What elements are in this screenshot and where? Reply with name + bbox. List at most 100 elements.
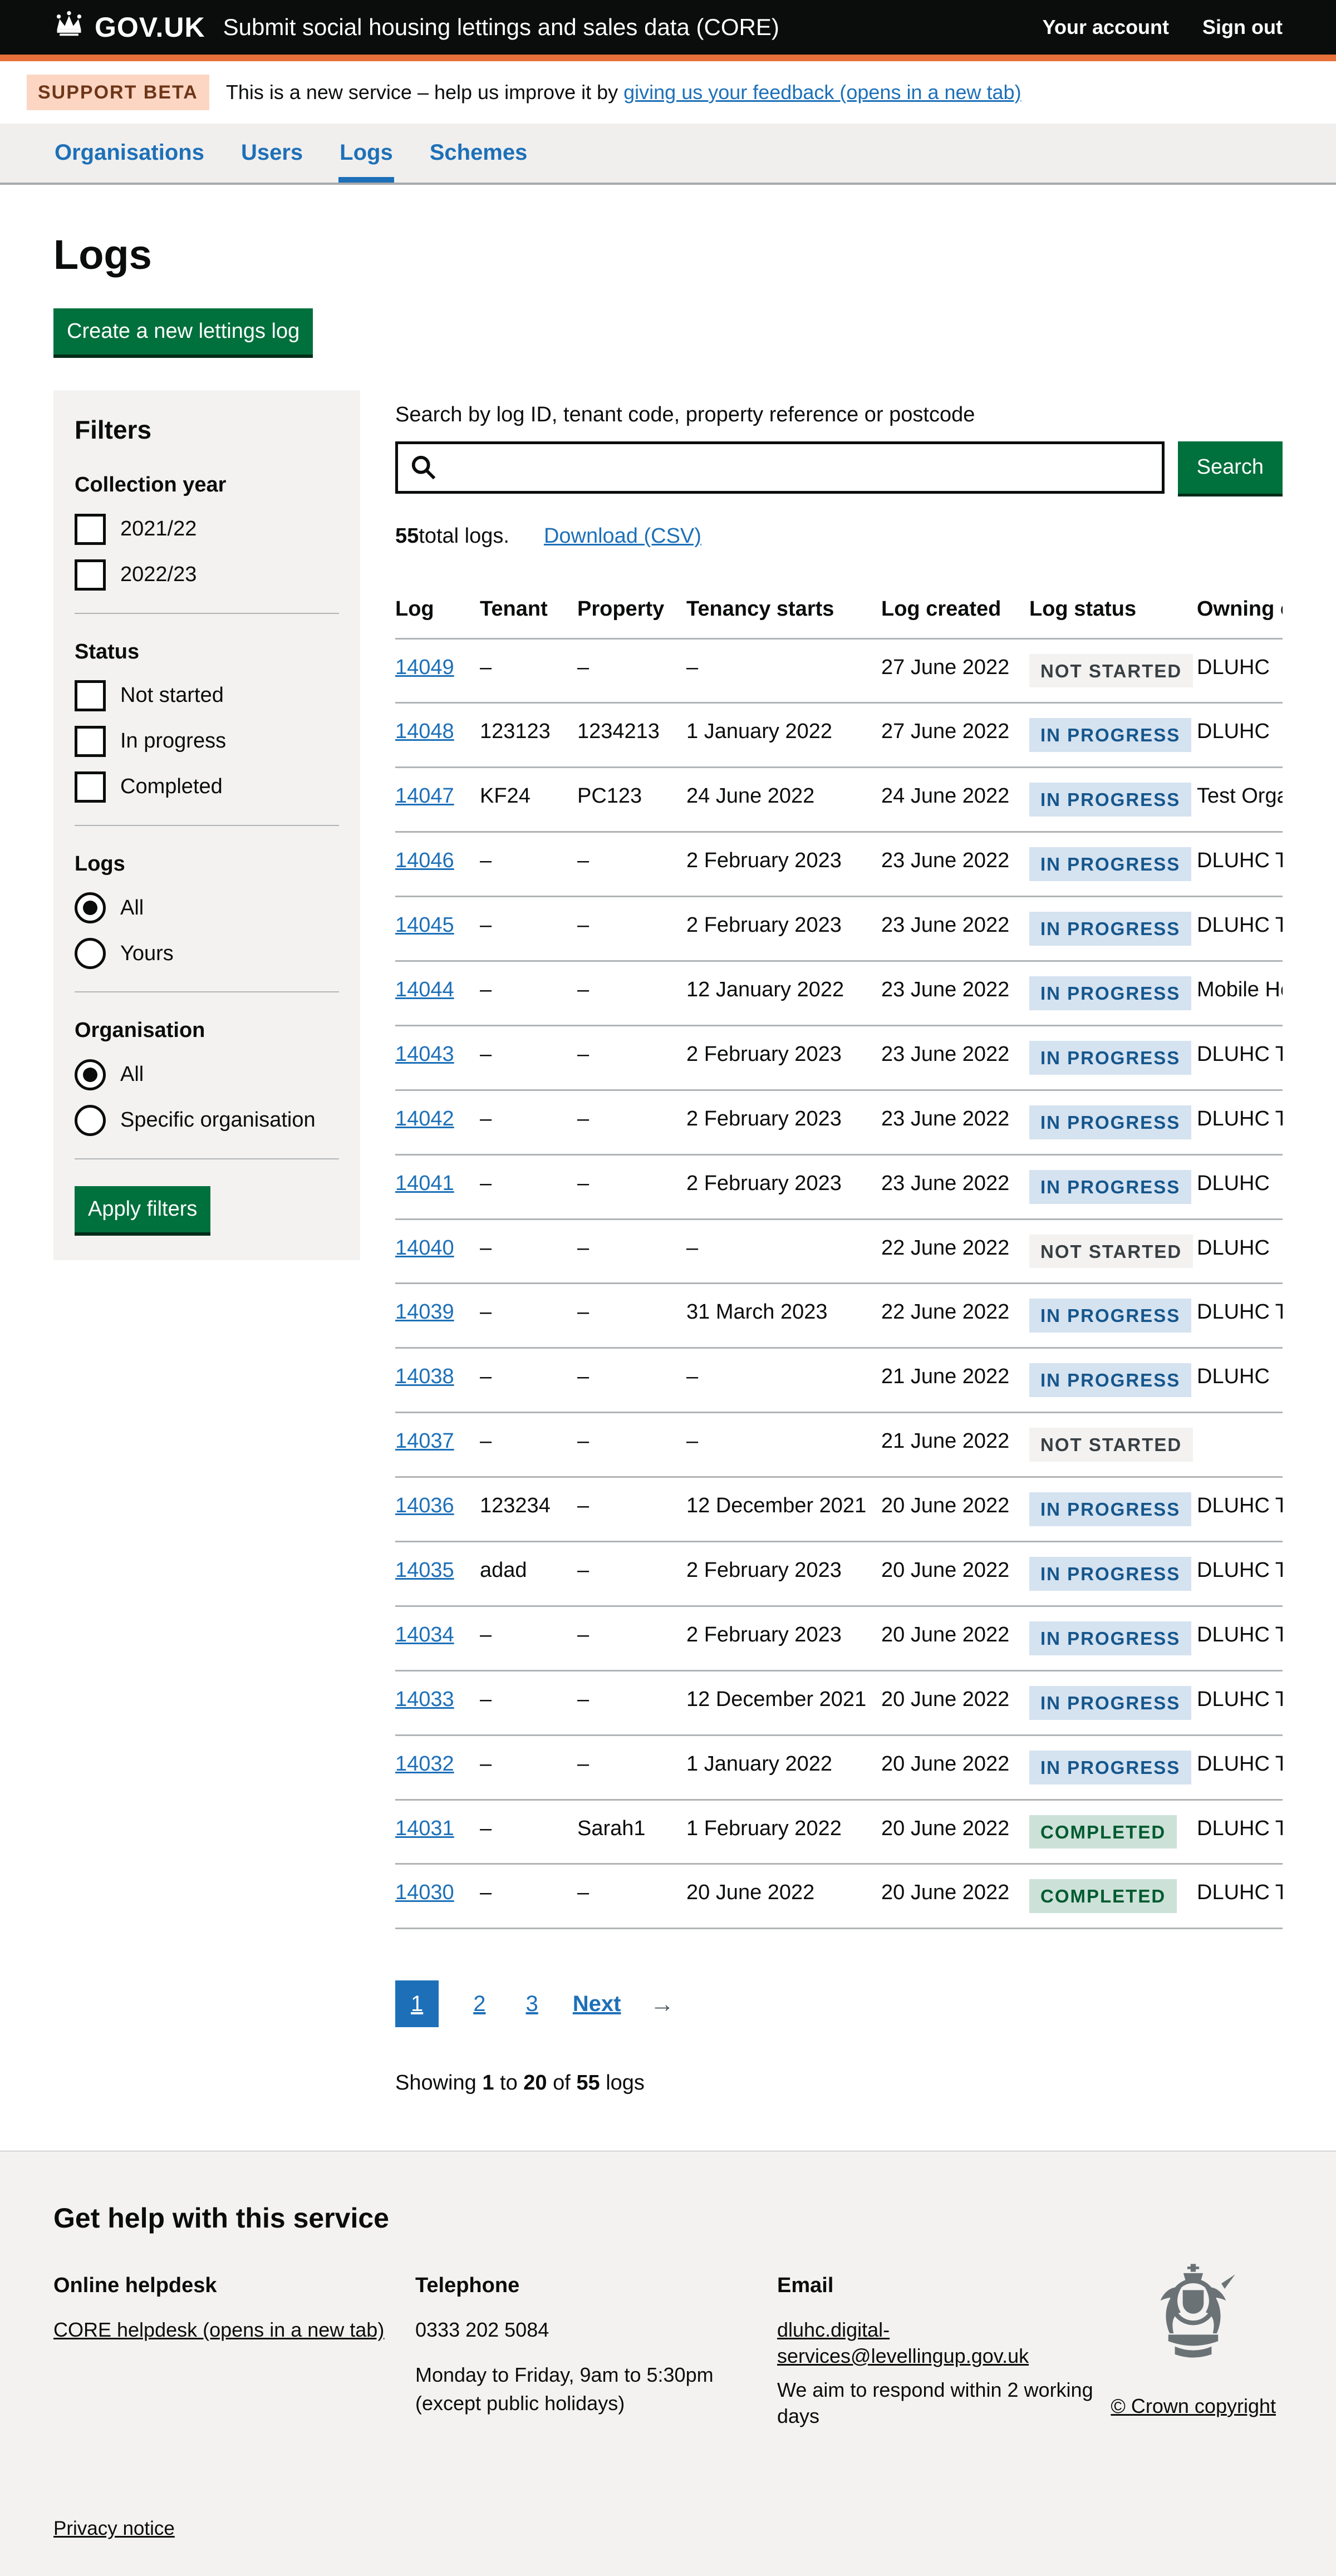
owning-org-cell: DLUHC [1197, 703, 1283, 768]
log-id-link[interactable]: 14032 [395, 1752, 454, 1776]
log-id-link[interactable]: 14047 [395, 784, 454, 808]
radio-logs-yours[interactable] [75, 938, 106, 969]
tenancy-starts-cell: 2 February 2023 [686, 832, 881, 897]
privacy-notice-link[interactable]: Privacy notice [53, 2518, 175, 2539]
showing-text: Showing [395, 2071, 482, 2095]
create-lettings-log-button[interactable]: Create a new lettings log [53, 308, 313, 355]
log-id-link[interactable]: 14045 [395, 913, 454, 937]
log-created-cell: 20 June 2022 [881, 1800, 1029, 1864]
table-row: 14039 – – 31 March 2023 22 June 2022 IN … [395, 1284, 1283, 1348]
tenancy-starts-cell: 2 February 2023 [686, 1090, 881, 1154]
property-cell: – [577, 1090, 686, 1154]
col-header-tenant: Tenant [480, 581, 577, 638]
total-logs-text: total logs. [419, 523, 509, 550]
table-row: 14036 123234 – 12 December 2021 20 June … [395, 1477, 1283, 1542]
footer: Get help with this service Online helpde… [0, 2151, 1336, 2576]
sign-out-link[interactable]: Sign out [1202, 14, 1283, 41]
log-id-link[interactable]: 14041 [395, 1172, 454, 1195]
service-name-link[interactable]: Submit social housing lettings and sales… [223, 12, 779, 43]
owning-org-cell: DLUHC Test [1197, 1864, 1283, 1929]
radio-organisation-all[interactable] [75, 1059, 106, 1090]
log-id-link[interactable]: 14031 [395, 1817, 454, 1840]
your-account-link[interactable]: Your account [1043, 14, 1169, 41]
govuk-logo-text: GOV.UK [95, 9, 205, 46]
page-link-2[interactable]: 2 [468, 1980, 491, 2027]
radio-organisation-specific[interactable] [75, 1105, 106, 1136]
checkbox-label: 2021/22 [120, 515, 197, 543]
log-created-cell: 20 June 2022 [881, 1477, 1029, 1542]
property-cell: – [577, 1219, 686, 1284]
radio-logs-all[interactable] [75, 892, 106, 923]
page-link-3[interactable]: 3 [520, 1980, 544, 2027]
log-id-link[interactable]: 14036 [395, 1494, 454, 1517]
logs-table-container: Log Tenant Property Tenancy starts Log c… [395, 581, 1283, 1929]
crown-copyright-link[interactable]: © Crown copyright [1111, 2395, 1276, 2417]
property-cell: – [577, 1154, 686, 1219]
nav-item-users[interactable]: Users [240, 124, 304, 183]
tenant-cell: – [480, 1284, 577, 1348]
tenancy-starts-cell: 24 June 2022 [686, 768, 881, 832]
checkbox-2022-23[interactable] [75, 559, 106, 591]
telephone-hours-note: (except public holidays) [415, 2391, 755, 2417]
status-tag: NOT STARTED [1029, 654, 1193, 688]
showing-summary: Showing 1 to 20 of 55 logs [395, 2069, 1283, 2097]
owning-org-cell: DLUHC [1197, 638, 1283, 703]
filter-legend: Collection year [75, 471, 339, 499]
filter-group-logs: Logs All Yours [75, 851, 339, 969]
showing-text: logs [600, 2071, 645, 2095]
status-tag: IN PROGRESS [1029, 1557, 1191, 1591]
table-row: 14038 – – – 21 June 2022 IN PROGRESS DLU… [395, 1348, 1283, 1413]
email-link[interactable]: dluhc.digital-services@levellingup.gov.u… [777, 2318, 1029, 2367]
tenancy-starts-cell: 12 January 2022 [686, 961, 881, 1026]
owning-org-cell: DLUHC Test [1197, 1670, 1283, 1735]
apply-filters-button[interactable]: Apply filters [75, 1186, 210, 1232]
log-id-link[interactable]: 14046 [395, 849, 454, 872]
table-row: 14049 – – – 27 June 2022 NOT STARTED DLU… [395, 638, 1283, 703]
log-id-link[interactable]: 14048 [395, 720, 454, 743]
search-input[interactable] [395, 441, 1165, 494]
col-header-property: Property [577, 581, 686, 638]
download-csv-link[interactable]: Download (CSV) [544, 523, 701, 550]
property-cell: – [577, 1864, 686, 1929]
log-id-link[interactable]: 14034 [395, 1623, 454, 1646]
main-content: Logs Create a new lettings log Filters C… [27, 185, 1309, 2097]
log-id-link[interactable]: 14038 [395, 1365, 454, 1388]
property-cell: – [577, 1284, 686, 1348]
log-id-link[interactable]: 14049 [395, 656, 454, 679]
crown-icon [53, 11, 85, 43]
log-id-link[interactable]: 14044 [395, 978, 454, 1001]
status-tag: IN PROGRESS [1029, 783, 1191, 817]
filter-legend: Organisation [75, 1017, 339, 1044]
feedback-link[interactable]: giving us your feedback (opens in a new … [623, 81, 1021, 104]
next-page-link[interactable]: Next [573, 1989, 621, 2018]
checkbox-2021-22[interactable] [75, 514, 106, 545]
owning-org-cell: DLUHC Test [1197, 1735, 1283, 1800]
table-row: 14033 – – 12 December 2021 20 June 2022 … [395, 1670, 1283, 1735]
log-id-link[interactable]: 14042 [395, 1107, 454, 1130]
log-id-link[interactable]: 14039 [395, 1300, 454, 1324]
nav-item-organisations[interactable]: Organisations [53, 124, 205, 183]
log-id-link[interactable]: 14040 [395, 1236, 454, 1260]
log-id-link[interactable]: 14030 [395, 1881, 454, 1904]
checkbox-in-progress[interactable] [75, 726, 106, 757]
core-helpdesk-link[interactable]: CORE helpdesk (opens in a new tab) [53, 2318, 384, 2341]
log-created-cell: 20 June 2022 [881, 1864, 1029, 1929]
checkbox-completed[interactable] [75, 771, 106, 803]
log-id-link[interactable]: 14037 [395, 1429, 454, 1453]
owning-org-cell [1197, 1413, 1283, 1477]
nav-item-schemes[interactable]: Schemes [429, 124, 529, 183]
tenant-cell: KF24 [480, 768, 577, 832]
table-row: 14042 – – 2 February 2023 23 June 2022 I… [395, 1090, 1283, 1154]
search-button[interactable]: Search [1178, 441, 1283, 494]
primary-navigation: Organisations Users Logs Schemes [0, 124, 1336, 185]
log-id-link[interactable]: 14035 [395, 1559, 454, 1582]
owning-org-cell: Test Organisa [1197, 768, 1283, 832]
nav-item-logs[interactable]: Logs [338, 124, 394, 183]
govuk-logo-link[interactable]: GOV.UK [53, 9, 205, 46]
telephone-hours: Monday to Friday, 9am to 5:30pm [415, 2362, 755, 2388]
page-link-1[interactable]: 1 [395, 1980, 439, 2027]
log-created-cell: 23 June 2022 [881, 1025, 1029, 1090]
log-id-link[interactable]: 14043 [395, 1043, 454, 1066]
log-id-link[interactable]: 14033 [395, 1688, 454, 1711]
checkbox-not-started[interactable] [75, 680, 106, 711]
